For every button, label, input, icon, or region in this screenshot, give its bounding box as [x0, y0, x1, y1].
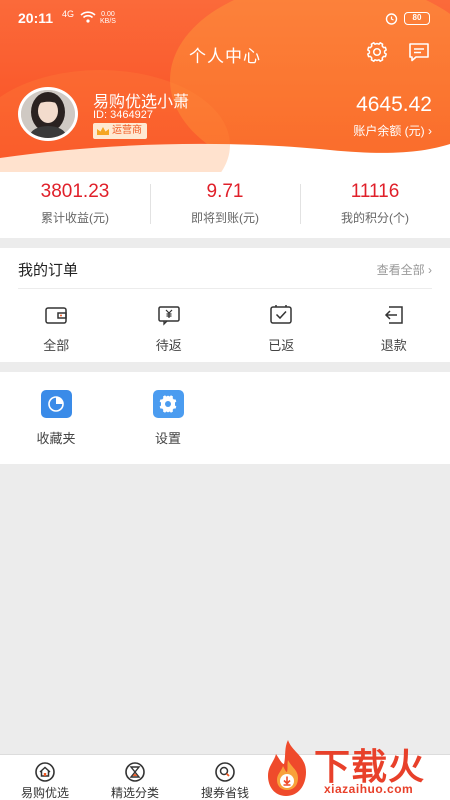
wifi-icon — [80, 11, 96, 23]
order-tab-label: 待返 — [155, 338, 182, 353]
stat-label: 即将到账(元) — [191, 211, 259, 225]
tool-settings[interactable]: 设置 — [128, 390, 208, 447]
stat-value: 9.71 — [206, 181, 244, 202]
nav-item-categories[interactable]: 精选分类 — [90, 755, 180, 800]
watermark-logo: 下载火 xiazaihuo.com — [262, 738, 450, 800]
balance-label: 账户余额 (元) — [353, 124, 425, 138]
order-tab-label: 退款 — [380, 338, 407, 353]
orders-title: 我的订单 — [18, 262, 79, 279]
message-button[interactable] — [407, 40, 431, 64]
yuan-receipt-icon — [158, 306, 180, 326]
profile-header: 20:11 4G 0.00 KB/S 80 个人中心 易购优选小萧 ID: 34… — [0, 0, 450, 172]
settings-button[interactable] — [365, 40, 389, 64]
search-icon — [215, 762, 235, 782]
order-tab-pending[interactable]: 待返 — [113, 298, 226, 354]
flame-logo-icon — [268, 740, 306, 796]
hourglass-icon — [125, 762, 145, 782]
header-wave — [0, 143, 450, 172]
status-time: 20:11 — [18, 10, 54, 26]
network-speed: 0.00 KB/S — [100, 11, 116, 25]
gear-icon — [367, 42, 387, 62]
speed-unit: KB/S — [100, 18, 116, 25]
orders-section: 我的订单 查看全部 › 全部 待返 已返 退款 — [0, 248, 450, 362]
nav-label: 精选分类 — [110, 786, 159, 800]
nav-label: 搜券省钱 — [200, 786, 249, 800]
stat-points[interactable]: 11116 我的积分(个) — [300, 172, 450, 238]
home-icon — [35, 762, 55, 782]
watermark-url: xiazaihuo.com — [324, 782, 414, 796]
orders-header: 我的订单 查看全部 › — [18, 248, 432, 289]
signal-indicator: 4G — [62, 9, 75, 19]
nav-label: 易购优选 — [20, 786, 69, 800]
nav-item-coupon-search[interactable]: 搜券省钱 — [180, 755, 270, 800]
view-all-link[interactable]: 查看全部 › — [377, 261, 432, 278]
order-tab-refund[interactable]: 退款 — [338, 298, 450, 354]
role-badge: 运营商 — [93, 123, 147, 139]
avatar-image — [21, 90, 75, 138]
wallet-icon — [45, 307, 67, 324]
order-items: 全部 待返 已返 退款 — [0, 298, 450, 354]
stat-value: 3801.23 — [40, 181, 110, 202]
battery-indicator: 80 — [404, 12, 430, 25]
balance-link[interactable]: 账户余额 (元) › — [353, 122, 432, 139]
stat-pending[interactable]: 9.71 即将到账(元) — [150, 172, 300, 238]
checked-box-icon — [270, 305, 292, 324]
stat-total-earnings[interactable]: 3801.23 累计收益(元) — [0, 172, 150, 238]
stat-value: 11116 — [350, 181, 400, 202]
chevron-right-icon: › — [428, 124, 432, 138]
stat-label: 累计收益(元) — [41, 211, 109, 225]
stat-label: 我的积分(个) — [341, 211, 409, 225]
order-tab-label: 全部 — [43, 338, 70, 353]
role-label: 运营商 — [112, 125, 142, 136]
alarm-icon — [385, 13, 398, 25]
refund-icon — [384, 306, 403, 324]
order-tab-all[interactable]: 全部 — [0, 298, 113, 354]
tools-section: 收藏夹 设置 — [0, 372, 450, 464]
tool-label: 收藏夹 — [36, 431, 76, 446]
tool-label: 设置 — [154, 431, 181, 446]
avatar[interactable] — [18, 87, 78, 141]
pie-chart-icon — [40, 390, 72, 418]
status-bar: 20:11 4G 0.00 KB/S 80 — [0, 0, 450, 36]
user-id: ID: 3464927 — [93, 109, 153, 121]
crown-icon — [97, 127, 109, 135]
order-tab-label: 已返 — [268, 338, 295, 353]
balance-value[interactable]: 4645.42 — [356, 93, 432, 117]
gear-icon — [152, 390, 184, 418]
stats-row: 3801.23 累计收益(元) 9.71 即将到账(元) 11116 我的积分(… — [0, 172, 450, 238]
speed-value: 0.00 — [101, 11, 115, 18]
order-tab-returned[interactable]: 已返 — [225, 298, 338, 354]
nav-item-home[interactable]: 易购优选 — [0, 755, 90, 800]
tool-favorites[interactable]: 收藏夹 — [16, 390, 96, 447]
message-icon — [409, 43, 429, 62]
